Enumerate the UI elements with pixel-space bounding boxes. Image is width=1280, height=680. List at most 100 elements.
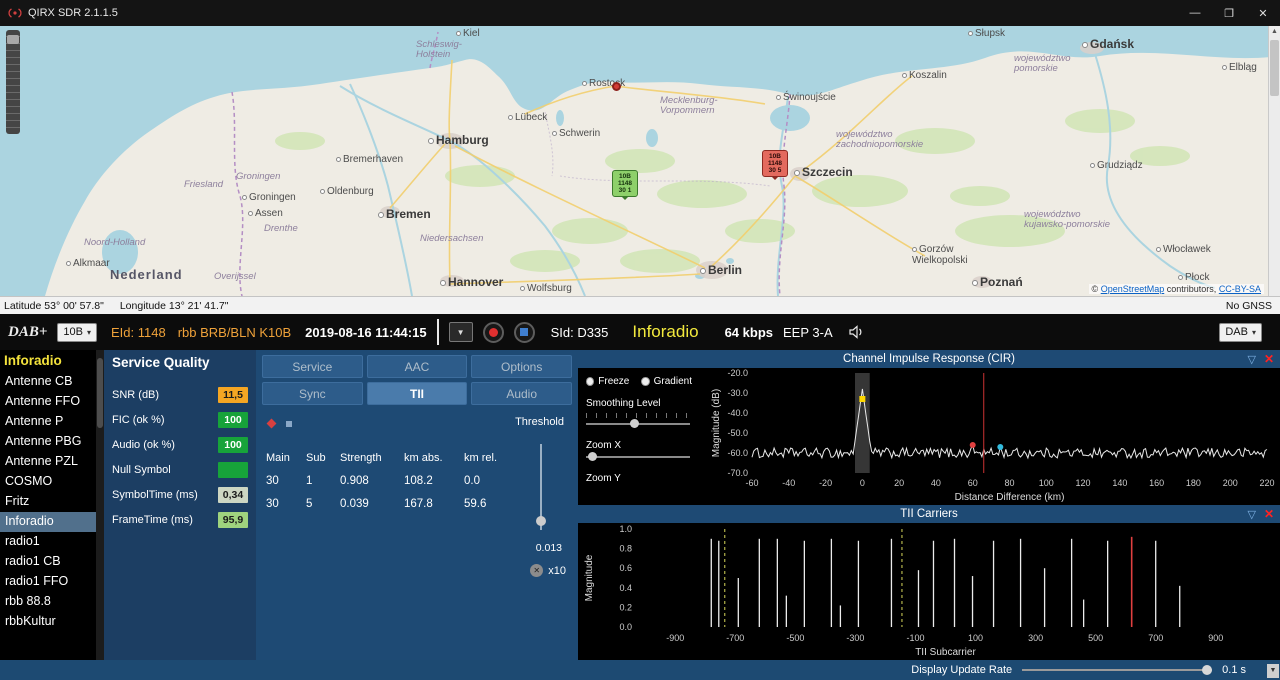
display-update-rate-slider[interactable]: [1022, 664, 1212, 676]
tab-sync[interactable]: Sync: [262, 382, 363, 405]
scrollbar-thumb[interactable]: [1270, 40, 1279, 96]
collapse-panel-icon[interactable]: ▽: [1247, 508, 1255, 521]
minimize-button[interactable]: —: [1178, 7, 1212, 20]
map-label-noord-holland: Noord-Holland: [84, 238, 145, 248]
threshold-slider[interactable]: [536, 444, 546, 530]
map-label-overijssel: Overijssel: [214, 272, 256, 282]
table-row[interactable]: 3050.039167.859.6: [266, 492, 516, 515]
station-list-item-cosmo[interactable]: COSMO: [0, 472, 104, 492]
window-title: QIRX SDR 2.1.1.5: [28, 7, 118, 19]
transmitter-marker-red[interactable]: 10B114830 5: [762, 150, 788, 177]
gradient-radio[interactable]: [641, 377, 649, 386]
station-list-item-rbb-88-8[interactable]: rbb 88.8: [0, 592, 104, 612]
close-icon: ✕: [533, 566, 540, 575]
city-dot: [66, 261, 71, 266]
tab-options[interactable]: Options: [471, 355, 572, 378]
city-dot: [320, 189, 325, 194]
license-link[interactable]: CC-BY-SA: [1219, 284, 1261, 294]
map-label-groningen: Groningen: [236, 172, 280, 182]
svg-text:0.8: 0.8: [619, 544, 632, 554]
tab-aac[interactable]: AAC: [367, 355, 468, 378]
service-quality-rows: SNR (dB)11,5FIC (ok %)100Audio (ok %)100…: [112, 382, 248, 532]
map-attribution: © OpenStreetMap contributors, CC-BY-SA: [1089, 284, 1264, 294]
gnss-status: No GNSS: [1226, 300, 1272, 312]
tab-audio[interactable]: Audio: [471, 382, 572, 405]
maximize-button[interactable]: ❐: [1212, 7, 1246, 20]
city-dot: [552, 131, 557, 136]
station-list-item-inforadio[interactable]: Inforadio: [0, 512, 104, 532]
close-button[interactable]: ✕: [1246, 7, 1280, 20]
slider-handle[interactable]: [1202, 665, 1212, 675]
map-scrollbar[interactable]: ▲: [1268, 26, 1280, 296]
city-dot: [1090, 163, 1095, 168]
current-service-name: Inforadio: [632, 322, 698, 342]
slider-handle[interactable]: [588, 452, 597, 461]
slider-handle[interactable]: [630, 419, 639, 428]
map-label-niedersachsen: Niedersachsen: [420, 234, 483, 244]
close-panel-icon[interactable]: ✕: [1264, 352, 1274, 366]
station-list-item-radio1-cb[interactable]: radio1 CB: [0, 552, 104, 572]
station-list-item-radio1[interactable]: radio1: [0, 532, 104, 552]
threshold-slider-handle[interactable]: [536, 516, 546, 526]
map-label-oldenburg: Oldenburg: [320, 186, 374, 197]
openstreetmap-link[interactable]: OpenStreetMap: [1101, 284, 1165, 294]
close-panel-icon[interactable]: ✕: [1264, 507, 1274, 521]
record-icon: [489, 328, 498, 337]
transmitter-marker-green[interactable]: 10B114830 1: [612, 170, 638, 197]
zoom-x-slider[interactable]: [586, 452, 690, 462]
band-dropdown[interactable]: DAB ▾: [1219, 323, 1262, 342]
dab-logo: DAB+: [8, 324, 47, 341]
scrollbar-up-arrow[interactable]: ▲: [1269, 26, 1280, 38]
sidebar-scrollbar[interactable]: [96, 350, 104, 660]
freeze-radio[interactable]: [586, 377, 594, 386]
map-label-friesland: Friesland: [184, 180, 223, 190]
record-button[interactable]: [483, 322, 504, 343]
city-dot: [378, 212, 384, 218]
station-list-item-antenne-pbg[interactable]: Antenne PBG: [0, 432, 104, 452]
station-list-item-antenne-cb[interactable]: Antenne CB: [0, 372, 104, 392]
svg-text:220: 220: [1259, 478, 1274, 488]
map-zoom-slider[interactable]: [6, 30, 20, 134]
station-list-item-antenne-ffo[interactable]: Antenne FFO: [0, 392, 104, 412]
station-list-item-antenne-pzl[interactable]: Antenne PZL: [0, 452, 104, 472]
svg-text:160: 160: [1149, 478, 1164, 488]
stop-button[interactable]: [514, 322, 535, 343]
table-cell: 30: [266, 475, 306, 487]
city-dot: [242, 195, 247, 200]
station-list-item-antenne-p[interactable]: Antenne P: [0, 412, 104, 432]
svg-text:300: 300: [1028, 633, 1043, 643]
tab-service[interactable]: Service: [262, 355, 363, 378]
channel-dropdown[interactable]: 10B ▾: [57, 323, 97, 342]
city-dot: [440, 280, 446, 286]
table-row[interactable]: 3010.908108.20.0: [266, 469, 516, 492]
scrollbar-down-arrow[interactable]: ▼: [1267, 664, 1279, 678]
tab-tii[interactable]: TII: [367, 382, 468, 405]
map-label-mecklenburg-vorpommern: Mecklenburg- Vorpommern: [660, 96, 718, 117]
station-list-item-rbbkultur[interactable]: rbbKultur: [0, 612, 104, 632]
sidebar-header: Inforadio: [0, 350, 104, 372]
tab-row-2: SyncTIIAudio: [262, 382, 572, 405]
station-list-item-fritz[interactable]: Fritz: [0, 492, 104, 512]
map-label-bremerhaven: Bremerhaven: [336, 154, 403, 165]
map-view[interactable]: KielSchleswig- HolsteinLübeckHamburgSchw…: [0, 26, 1280, 296]
station-list-item-radio1-ffo[interactable]: radio1 FFO: [0, 572, 104, 592]
column-header-sub: Sub: [306, 452, 340, 464]
tii-chart[interactable]: 0.00.20.40.60.81.0-900-700-500-300-10010…: [578, 523, 1280, 660]
bottom-bar: Display Update Rate 0.1 s: [0, 660, 1280, 680]
svg-text:-20: -20: [819, 478, 832, 488]
quality-value: 100: [218, 437, 248, 453]
zoom-handle[interactable]: [7, 35, 19, 44]
station-list: Antenne CBAntenne FFOAntenne PAntenne PB…: [0, 372, 104, 632]
scrollbar-thumb[interactable]: [97, 358, 103, 428]
marker-diamond-icon: [267, 419, 277, 429]
svg-text:100: 100: [968, 633, 983, 643]
x10-close-button[interactable]: ✕: [530, 564, 543, 577]
cir-chart[interactable]: -20.0-30.0-40.0-50.0-60.0-70.0-60-40-200…: [708, 368, 1278, 505]
details-tabs-panel: ServiceAACOptions SyncTIIAudio Threshold…: [256, 350, 578, 660]
city-dot: [700, 268, 706, 274]
smoothing-slider[interactable]: [586, 419, 690, 429]
speaker-icon[interactable]: [849, 325, 865, 339]
collapse-panel-icon[interactable]: ▽: [1247, 353, 1255, 366]
svg-text:0.6: 0.6: [619, 563, 632, 573]
presets-dropdown-button[interactable]: ▼: [449, 322, 473, 342]
